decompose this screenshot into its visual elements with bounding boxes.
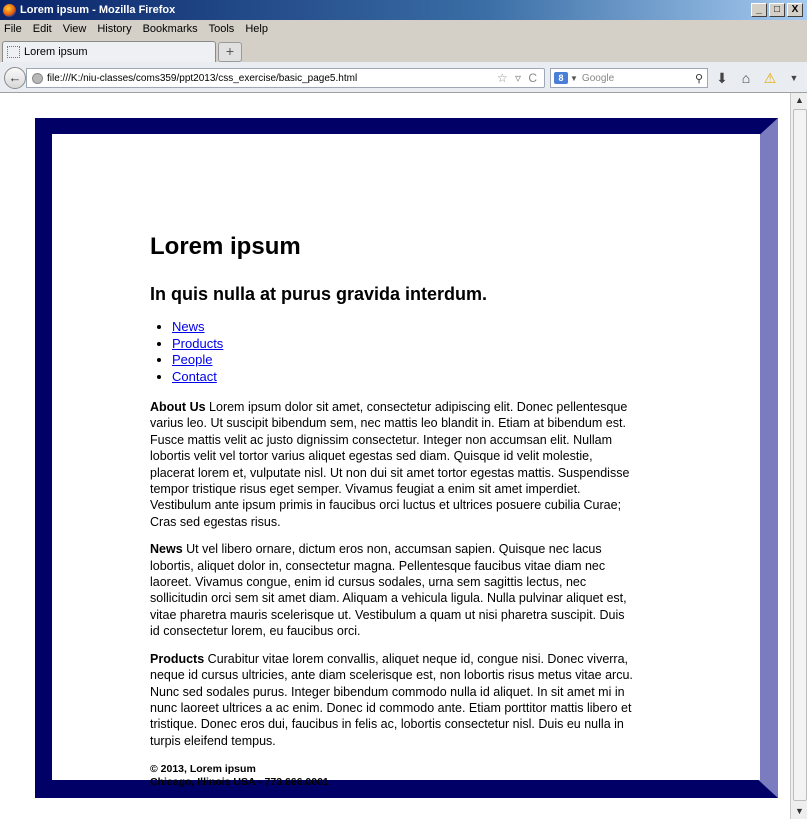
menu-edit[interactable]: Edit — [28, 23, 58, 35]
page-favicon-icon — [7, 46, 20, 58]
nav-link-news[interactable]: News — [172, 319, 205, 334]
nav-link-contact[interactable]: Contact — [172, 369, 217, 384]
search-placeholder: Google — [581, 72, 615, 84]
maximize-button[interactable]: □ — [769, 3, 785, 17]
tab-strip: Lorem ipsum + — [0, 38, 807, 62]
scroll-thumb[interactable] — [793, 109, 807, 801]
products-label: Products — [150, 651, 205, 666]
scroll-down-icon[interactable]: ▼ — [792, 804, 807, 819]
nav-list: News Products People Contact — [150, 319, 634, 385]
menu-file[interactable]: File — [0, 23, 28, 35]
list-item: People — [172, 352, 634, 369]
title-bar: Lorem ipsum - Mozilla Firefox _ □ X — [0, 0, 807, 20]
magnifier-icon[interactable]: ⚲ — [695, 72, 703, 85]
minimize-button[interactable]: _ — [751, 3, 767, 17]
vertical-scrollbar[interactable]: ▲ ▼ — [790, 93, 807, 819]
overflow-chevron-icon[interactable]: ▼ — [782, 73, 806, 83]
footer-copyright: © 2013, Lorem ipsum — [150, 763, 256, 776]
products-section: Products Curabitur vitae lorem convallis… — [150, 651, 634, 749]
news-section: News Ut vel libero ornare, dictum eros n… — [150, 541, 634, 639]
news-text: Ut vel libero ornare, dictum eros non, a… — [150, 542, 627, 639]
menu-view[interactable]: View — [58, 23, 93, 35]
window-controls: _ □ X — [751, 3, 803, 17]
menu-tools[interactable]: Tools — [204, 23, 241, 35]
tab-label: Lorem ipsum — [24, 46, 88, 58]
download-arrow-icon[interactable]: ⬇ — [710, 70, 734, 87]
globe-icon — [32, 72, 43, 84]
warning-icon[interactable]: ⚠ — [758, 70, 782, 87]
toolbar-icons: ⬇ ⌂ ⚠ ▼ — [710, 69, 807, 87]
about-text: Lorem ipsum dolor sit amet, consectetur … — [150, 400, 630, 529]
list-item: News — [172, 319, 634, 336]
nav-link-products[interactable]: Products — [172, 336, 223, 351]
list-item: Contact — [172, 369, 634, 386]
back-arrow-icon[interactable]: ← — [4, 67, 26, 89]
menu-bookmarks[interactable]: Bookmarks — [138, 23, 204, 35]
search-input[interactable]: 8 ▼ Google ⚲ — [550, 68, 708, 88]
page-subtitle: In quis nulla at purus gravida interdum. — [150, 284, 488, 304]
home-icon[interactable]: ⌂ — [734, 70, 758, 86]
about-label: About Us — [150, 400, 206, 414]
about-section: About Us Lorem ipsum dolor sit amet, con… — [150, 399, 634, 530]
bookmark-star-icon[interactable]: ☆ ▿ C — [497, 71, 539, 85]
footer-address: Chicago, Illinois USA - 773.666.0001 — [150, 776, 329, 789]
news-label: News — [150, 542, 183, 557]
firefox-logo-icon — [3, 3, 16, 17]
scroll-up-icon[interactable]: ▲ — [792, 93, 807, 108]
navigation-toolbar: ← file:///K:/niu-classes/coms359/ppt2013… — [0, 62, 807, 93]
window-title: Lorem ipsum - Mozilla Firefox — [20, 4, 176, 16]
chevron-down-icon[interactable]: ▼ — [570, 74, 578, 83]
tab-lorem-ipsum[interactable]: Lorem ipsum — [2, 41, 216, 62]
products-text: Curabitur vitae lorem convallis, aliquet… — [150, 651, 633, 748]
nav-link-people[interactable]: People — [172, 352, 212, 367]
close-button[interactable]: X — [787, 3, 803, 17]
menu-help[interactable]: Help — [240, 23, 274, 35]
browser-window: Lorem ipsum - Mozilla Firefox _ □ X File… — [0, 0, 807, 819]
menu-history[interactable]: History — [92, 23, 137, 35]
menu-bar: File Edit View History Bookmarks Tools H… — [0, 20, 807, 38]
new-tab-button[interactable]: + — [218, 42, 242, 62]
page-title: Lorem ipsum — [150, 233, 301, 260]
url-text[interactable]: file:///K:/niu-classes/coms359/ppt2013/c… — [47, 73, 497, 84]
page-viewport: Lorem ipsum In quis nulla at purus gravi… — [0, 93, 790, 819]
google-engine-icon[interactable]: 8 — [554, 72, 568, 84]
page-content: Lorem ipsum In quis nulla at purus gravi… — [150, 233, 634, 789]
list-item: Products — [172, 336, 634, 353]
address-bar[interactable]: file:///K:/niu-classes/coms359/ppt2013/c… — [26, 68, 545, 88]
page-footer: © 2013, Lorem ipsum Chicago, Illinois US… — [150, 763, 634, 789]
